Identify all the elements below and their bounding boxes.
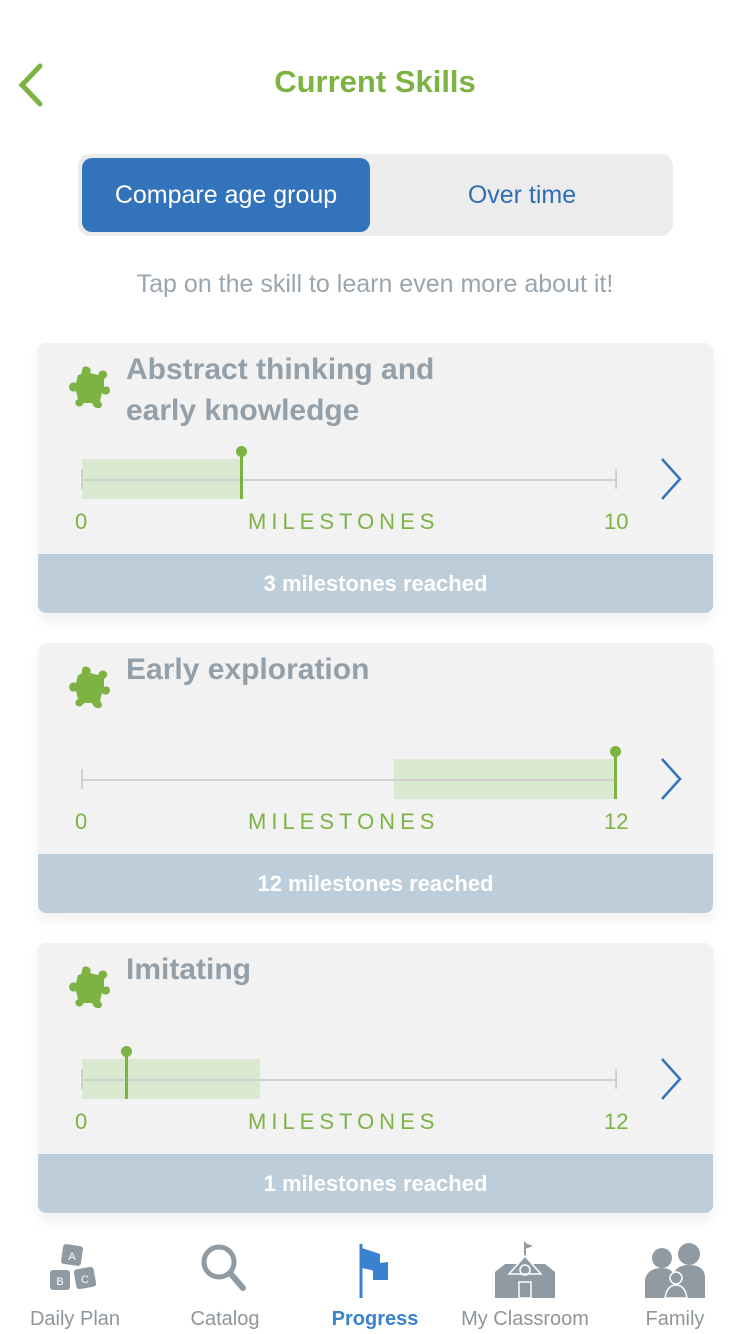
- track-end-tick: [615, 469, 617, 489]
- track-start-tick: [81, 769, 83, 789]
- tab-label: Catalog: [190, 1308, 260, 1330]
- axis-min: 0: [75, 1109, 88, 1134]
- page-title: Current Skills: [274, 64, 476, 99]
- axis-min: 0: [75, 509, 88, 534]
- abc-blocks-icon: A B C: [50, 1244, 97, 1290]
- hint-text: Tap on the skill to learn even more abou…: [136, 270, 614, 298]
- chevron-right-icon[interactable]: [658, 756, 684, 802]
- svg-text:B: B: [56, 1276, 63, 1288]
- track-start-tick: [81, 469, 83, 489]
- search-icon: [201, 1244, 246, 1291]
- milestones-reached: 3 milestones reached: [38, 554, 713, 613]
- chevron-right-icon[interactable]: [658, 1056, 684, 1102]
- axis-max: 12: [604, 809, 629, 834]
- svg-text:C: C: [81, 1274, 89, 1286]
- milestone-track: [82, 1079, 616, 1081]
- milestone-track: [82, 779, 616, 781]
- axis-max: 10: [604, 509, 629, 534]
- tab-daily-plan[interactable]: A B C Daily Plan: [0, 1230, 150, 1334]
- axis-label: MILESTONES: [248, 1109, 440, 1134]
- tab-catalog[interactable]: Catalog: [150, 1230, 300, 1334]
- track-end-tick: [615, 1069, 617, 1089]
- tab-family[interactable]: Family: [600, 1230, 750, 1334]
- tab-progress[interactable]: Progress: [300, 1230, 450, 1334]
- track-start-tick: [81, 1069, 83, 1089]
- chevron-right-icon[interactable]: [658, 456, 684, 502]
- skill-title: Abstract thinking and early knowledge: [126, 353, 435, 427]
- puzzle-icon: [69, 966, 110, 1009]
- skill-card[interactable]: Abstract thinking and early knowledge 0 …: [38, 343, 713, 613]
- axis-min: 0: [75, 809, 88, 834]
- milestones-reached: 1 milestones reached: [38, 1154, 713, 1213]
- axis-label: MILESTONES: [248, 809, 440, 834]
- skill-title: Early exploration: [126, 653, 370, 686]
- axis-label: MILESTONES: [248, 509, 440, 534]
- axis-max: 12: [604, 1109, 629, 1134]
- reached-marker: [610, 746, 621, 799]
- family-icon: [645, 1243, 705, 1299]
- puzzle-icon: [69, 366, 110, 409]
- tab-over-time[interactable]: Over time: [378, 158, 666, 232]
- tab-compare-age-group[interactable]: Compare age group: [82, 158, 370, 232]
- skill-card[interactable]: Imitating 0 MILESTONES 12 1 milestones r…: [38, 943, 713, 1213]
- view-toggle: Compare age group Over time: [78, 154, 673, 236]
- tab-label: My Classroom: [461, 1308, 589, 1330]
- tab-my-classroom[interactable]: My Classroom: [450, 1230, 600, 1334]
- svg-text:A: A: [68, 1251, 76, 1263]
- school-icon: [495, 1242, 555, 1299]
- tab-bar: A B C Daily Plan Catalog Progress My Class…: [0, 1230, 750, 1334]
- tab-label: Progress: [331, 1308, 419, 1330]
- skill-title: Imitating: [126, 953, 251, 986]
- milestones-reached: 12 milestones reached: [38, 854, 713, 913]
- milestone-track: [82, 479, 616, 481]
- skill-card[interactable]: Early exploration 0 MILESTONES 12 12 mil…: [38, 643, 713, 913]
- puzzle-icon: [69, 666, 110, 709]
- flag-icon: [359, 1244, 388, 1298]
- reached-marker: [120, 1046, 132, 1099]
- tab-label: Daily Plan: [29, 1308, 121, 1330]
- tab-label: Family: [645, 1308, 705, 1330]
- reached-marker: [236, 446, 248, 499]
